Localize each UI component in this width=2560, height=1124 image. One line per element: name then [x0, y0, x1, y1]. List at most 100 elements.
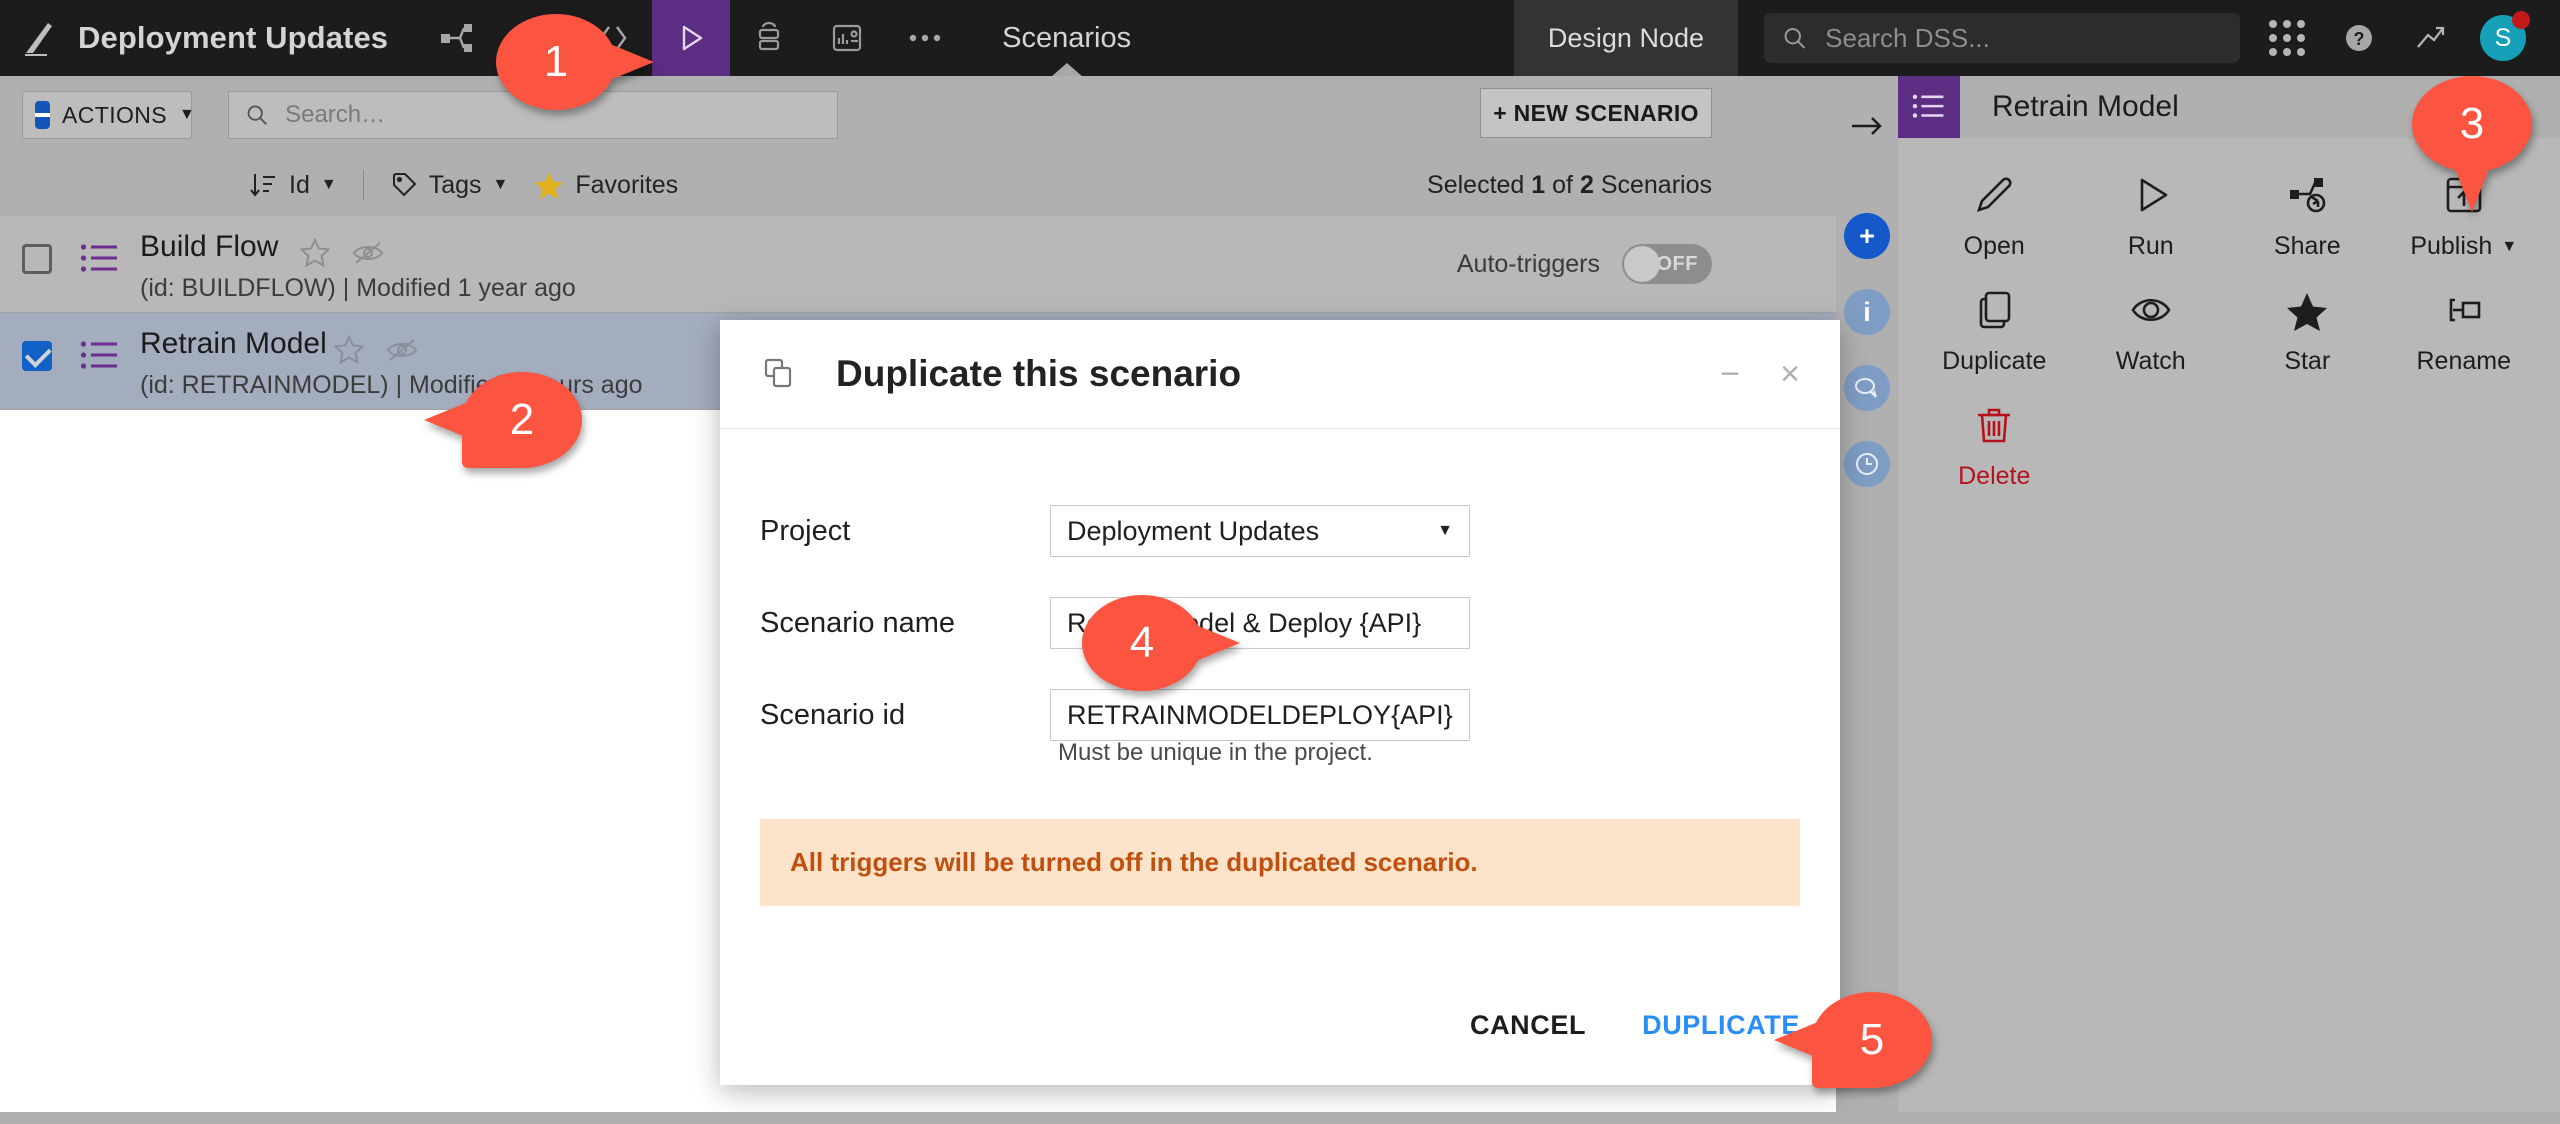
scenario-name-label: Scenario name: [760, 606, 956, 639]
project-select[interactable]: Deployment Updates ▼: [1050, 505, 1470, 557]
scenario-id-input[interactable]: [1065, 698, 1455, 732]
collapse-panel-button[interactable]: [1836, 88, 1898, 164]
filter-divider: [362, 170, 364, 200]
list-filter-bar: Id ▼ Tags ▼ Favorites: [0, 154, 2084, 216]
eye-off-icon[interactable]: [352, 240, 384, 266]
chevron-down-icon: ▼: [179, 106, 195, 123]
cancel-button[interactable]: CANCEL: [1470, 1010, 1586, 1041]
publish-label: Publish ▼: [2410, 232, 2517, 261]
pencil-icon: [1977, 177, 2012, 213]
watch-action[interactable]: Watch: [2073, 283, 2230, 376]
watch-label: Watch: [2115, 347, 2186, 375]
flow-icon[interactable]: [418, 0, 496, 76]
star-outline-icon[interactable]: [300, 238, 330, 267]
scenario-name-field[interactable]: [1050, 597, 1470, 649]
table-row[interactable]: Build Flow (id: BUILDFLOW) | Modified 1 …: [0, 216, 1836, 313]
scenario-name-input[interactable]: [1065, 606, 1455, 640]
eye-icon: [2131, 298, 2171, 322]
details-panel-actions: Open Run Share Publish ▼ Duplicate Watch…: [1898, 138, 2560, 491]
tags-label: Tags: [428, 170, 482, 199]
current-section-tab[interactable]: Scenarios: [964, 0, 1169, 77]
project-select-value: Deployment Updates: [1067, 515, 1320, 546]
code-icon[interactable]: [574, 0, 652, 76]
close-icon[interactable]: ×: [1780, 357, 1800, 391]
sort-label: Id: [289, 170, 310, 199]
share-action[interactable]: Share: [2229, 168, 2386, 261]
duplicate-action[interactable]: Duplicate: [1916, 283, 2073, 376]
details-panel-title: Retrain Model: [1992, 90, 2179, 123]
run-label: Run: [2127, 232, 2174, 260]
star-action[interactable]: Star: [2229, 283, 2386, 376]
jobs-icon[interactable]: [730, 0, 808, 76]
selected-suffix: Scenarios: [1600, 170, 1712, 199]
selected-total: 2: [1579, 170, 1594, 199]
auto-triggers-label: Auto-triggers: [1456, 249, 1600, 278]
top-navigation-bar: Deployment Updates Scenarios Design Node…: [0, 0, 2560, 77]
activity-icon[interactable]: [2398, 23, 2464, 53]
chat-icon: [1844, 365, 1890, 411]
project-name[interactable]: Deployment Updates: [78, 0, 418, 76]
more-icon[interactable]: [886, 0, 964, 76]
sort-icon: [250, 174, 275, 197]
scenario-name[interactable]: Retrain Model: [140, 327, 327, 361]
run-action[interactable]: Run: [2073, 168, 2230, 261]
add-button[interactable]: +: [1836, 198, 1898, 274]
duplicate-label: Duplicate: [1942, 347, 2047, 375]
share-label: Share: [2273, 232, 2341, 260]
duplicate-icon: [764, 358, 792, 388]
scenario-meta: (id: BUILDFLOW) | Modified 1 year ago: [140, 274, 576, 302]
open-action[interactable]: Open: [1916, 168, 2073, 261]
star-label: Star: [2284, 347, 2331, 375]
list-search-box[interactable]: [228, 91, 838, 139]
favorites-filter[interactable]: Favorites: [534, 171, 678, 200]
eye-off-icon[interactable]: [386, 337, 418, 363]
share-icon: [2290, 178, 2326, 213]
modal-header: Duplicate this scenario − ×: [720, 320, 1840, 429]
scenarios-icon[interactable]: [652, 0, 731, 76]
dataiku-logo[interactable]: [0, 0, 78, 76]
toggle-knob: [1624, 246, 1660, 282]
duplicate-button[interactable]: DUPLICATE: [1642, 1010, 1800, 1041]
avatar-initial: S: [2494, 23, 2512, 52]
sort-control[interactable]: Id ▼: [248, 171, 337, 200]
scenario-name[interactable]: Build Flow: [140, 230, 278, 264]
actions-checkbox-icon: [35, 101, 50, 129]
current-section-label: Scenarios: [1002, 21, 1132, 54]
history-button[interactable]: [1836, 426, 1898, 502]
actions-button[interactable]: ACTIONS ▼: [22, 91, 195, 139]
delete-action[interactable]: Delete: [1916, 398, 2073, 491]
auto-triggers-toggle[interactable]: OFF: [1622, 244, 1712, 284]
rename-label: Rename: [2416, 347, 2512, 375]
tags-filter[interactable]: Tags ▼: [390, 170, 508, 200]
modal-title: Duplicate this scenario: [836, 353, 1242, 394]
lab-icon[interactable]: [496, 0, 574, 76]
clock-icon: [1844, 441, 1890, 487]
apps-grid-icon[interactable]: [2254, 20, 2320, 56]
triggers-warning-banner: All triggers will be turned off in the d…: [760, 819, 1800, 906]
info-button[interactable]: i: [1836, 274, 1898, 350]
modal-window-controls: − ×: [1720, 357, 1800, 391]
help-icon[interactable]: ?: [2326, 20, 2392, 56]
new-scenario-button[interactable]: + NEW SCENARIO: [1480, 88, 1712, 138]
dashboard-icon[interactable]: [808, 0, 886, 76]
scenario-id-field[interactable]: [1050, 689, 1470, 741]
discussions-button[interactable]: [1836, 350, 1898, 426]
rename-action[interactable]: Rename: [2386, 283, 2543, 376]
chevron-down-icon: ▼: [1437, 522, 1453, 539]
selected-of: of: [1552, 170, 1574, 199]
star-outline-icon[interactable]: [334, 335, 364, 364]
scenario-icon: [80, 242, 120, 276]
minimize-icon[interactable]: −: [1720, 357, 1740, 391]
notification-dot: [2512, 11, 2530, 29]
project-field-row: Project Deployment Updates ▼: [760, 485, 1800, 577]
row-checkbox[interactable]: [22, 244, 52, 274]
publish-action[interactable]: Publish ▼: [2386, 168, 2543, 261]
list-search-input[interactable]: [283, 100, 821, 130]
row-icon-group: [334, 335, 418, 364]
user-avatar[interactable]: S: [2470, 11, 2536, 61]
global-search-box[interactable]: [1764, 13, 2240, 63]
row-checkbox[interactable]: [22, 341, 52, 371]
publish-text: Publish: [2410, 232, 2493, 260]
global-search-input[interactable]: [1823, 21, 2222, 55]
